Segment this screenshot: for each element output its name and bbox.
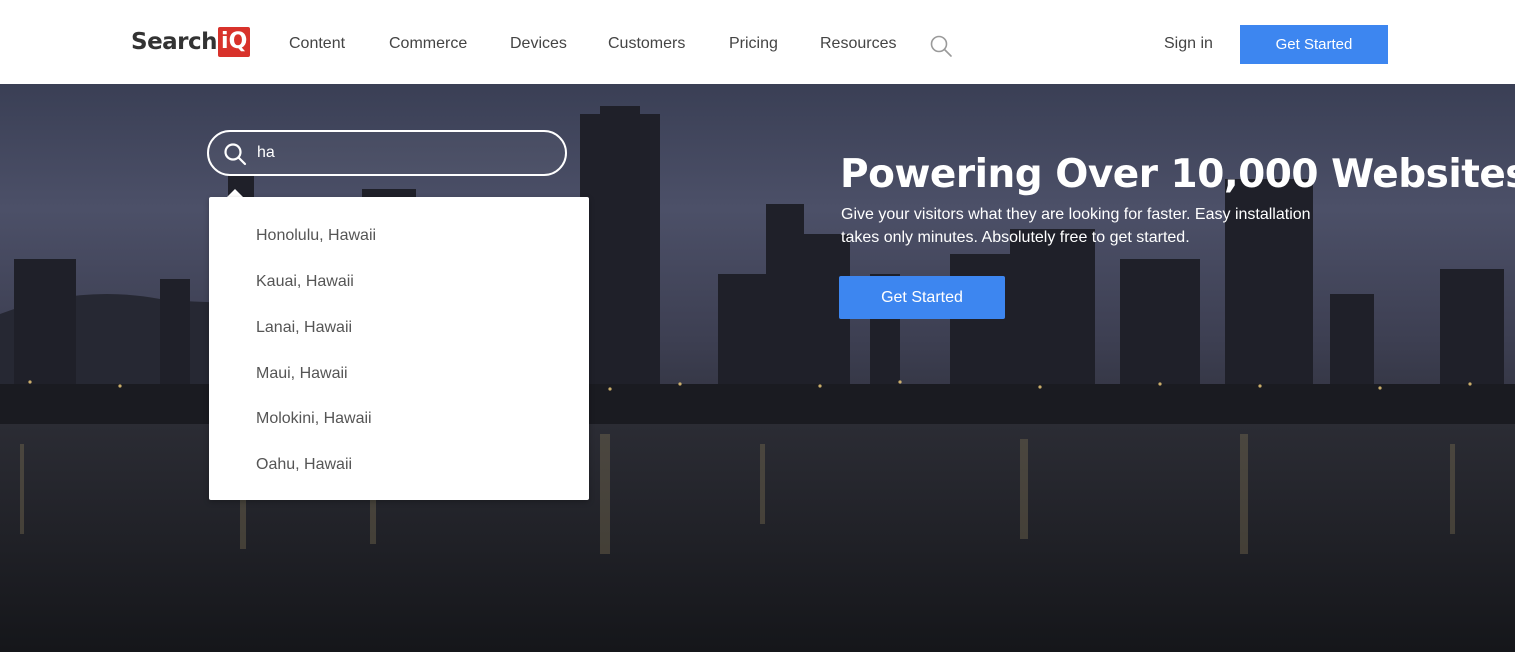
nav-item-content[interactable]: Content bbox=[289, 34, 345, 54]
suggestion-item[interactable]: Kauai, Hawaii bbox=[256, 272, 354, 292]
suggestion-item[interactable]: Honolulu, Hawaii bbox=[256, 226, 376, 246]
nav-item-customers[interactable]: Customers bbox=[608, 34, 685, 54]
logo-text: Search bbox=[131, 29, 218, 55]
suggestion-item[interactable]: Maui, Hawaii bbox=[256, 364, 348, 384]
hero-subtitle: Give your visitors what they are looking… bbox=[841, 206, 1311, 246]
header-get-started-button[interactable]: Get Started bbox=[1240, 25, 1388, 64]
search-icon bbox=[223, 142, 247, 166]
nav-item-devices[interactable]: Devices bbox=[510, 34, 567, 54]
hero-title: Powering Over 10,000 Websites bbox=[840, 152, 1515, 197]
autocomplete-dropdown: Honolulu, Hawaii Kauai, Hawaii Lanai, Ha… bbox=[209, 197, 589, 500]
nav-item-resources[interactable]: Resources bbox=[820, 34, 896, 54]
sign-in-link[interactable]: Sign in bbox=[1164, 34, 1213, 54]
search-icon[interactable] bbox=[929, 34, 953, 58]
suggestion-item[interactable]: Molokini, Hawaii bbox=[256, 409, 372, 429]
suggestion-item[interactable]: Lanai, Hawaii bbox=[256, 318, 352, 338]
nav-item-pricing[interactable]: Pricing bbox=[729, 34, 778, 54]
location-search-box bbox=[207, 130, 567, 176]
hero-get-started-button[interactable]: Get Started bbox=[839, 276, 1005, 319]
logo-badge: iQ bbox=[218, 27, 251, 57]
search-input[interactable] bbox=[257, 140, 547, 166]
suggestion-item[interactable]: Oahu, Hawaii bbox=[256, 455, 352, 475]
searchiq-logo[interactable]: Search iQ bbox=[131, 26, 251, 58]
nav-item-commerce[interactable]: Commerce bbox=[389, 34, 467, 54]
top-navigation-bar: Search iQ Content Commerce Devices Custo… bbox=[0, 0, 1515, 84]
